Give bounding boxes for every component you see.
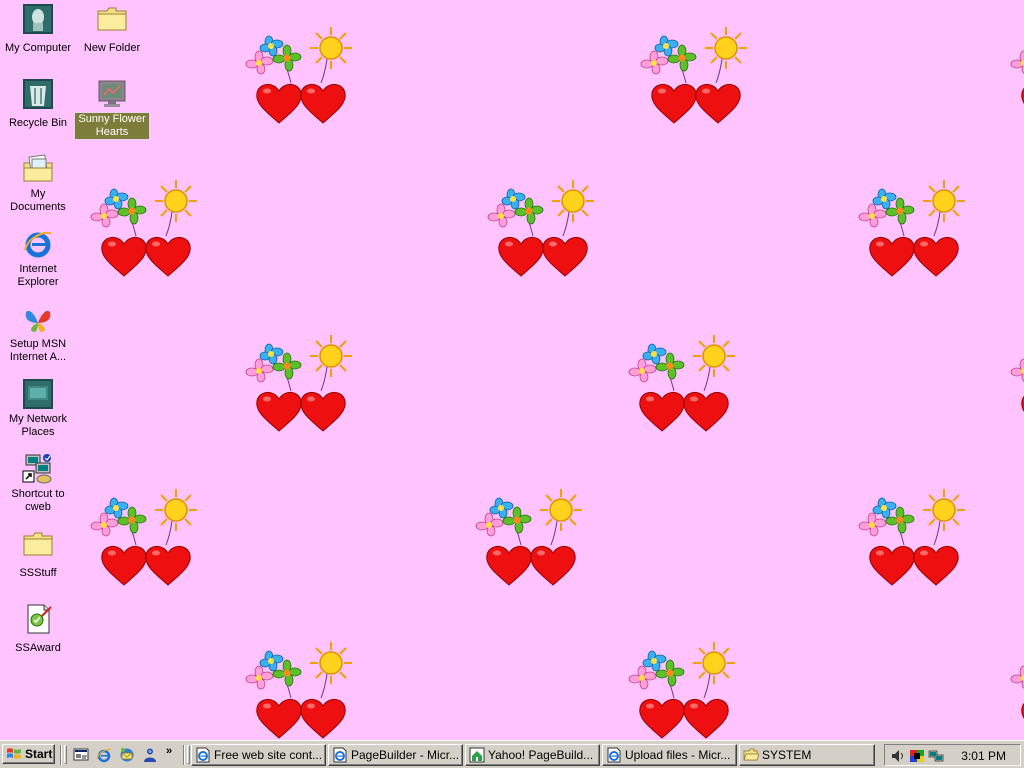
desktop-icon-label: Sunny Flower Hearts [74,112,150,140]
task-label: Free web site cont... [214,748,323,762]
wallpaper-flower-hearts-motif [628,333,740,433]
screensaver-icon [98,80,126,107]
my-computer-icon [23,4,53,34]
network-icon[interactable] [928,748,944,764]
task-button-pagebuilder[interactable]: PageBuilder - Micr... [328,744,463,766]
task-button-free-web-site[interactable]: Free web site cont... [191,744,326,766]
desktop: My Computer New Folder Recycle Bin Sunny… [0,0,1024,740]
desktop-icon-new-folder[interactable]: New Folder [75,3,149,56]
desktop-icon-shortcut-cweb[interactable]: Shortcut to cweb [1,453,75,515]
ie-page-icon [607,747,621,763]
desktop-icon-my-network-places[interactable]: My Network Places [1,378,75,440]
task-label: SYSTEM [762,748,812,762]
wallpaper-flower-hearts-motif [90,487,202,587]
desktop-icon-label: SSAward [15,642,61,654]
award-document-icon [27,604,52,634]
desktop-icon-label: Setup MSN Internet A... [9,338,67,363]
desktop-icon-recycle-bin[interactable]: Recycle Bin [1,78,75,131]
wallpaper-flower-hearts-motif [640,25,752,125]
taskbar-separator [183,745,185,765]
clock[interactable]: 3:01 PM [961,749,1006,763]
taskbar: Start » Free web site cont... PageBuilde… [0,740,1024,768]
desktop-icon-label: My Network Places [8,413,68,438]
desktop-icon-label: Internet Explorer [17,263,59,288]
task-button-yahoo-pagebuilder[interactable]: Yahoo! PageBuild... [465,744,600,766]
my-documents-icon [23,154,53,182]
task-label: PageBuilder - Micr... [351,748,460,762]
desktop-icon-ssstuff[interactable]: SSStuff [1,528,75,581]
msn-messenger-icon[interactable] [142,747,158,763]
internet-explorer-icon[interactable] [96,747,112,763]
task-label: Yahoo! PageBuild... [488,748,594,762]
task-label: Upload files - Micr... [625,748,731,762]
wallpaper-flower-hearts-motif [245,640,357,740]
desktop-icon-setup-msn[interactable]: Setup MSN Internet A... [1,303,75,365]
wallpaper-flower-hearts-motif [1010,333,1024,433]
wallpaper-flower-hearts-motif [487,178,599,278]
wallpaper-flower-hearts-motif [858,178,970,278]
quick-launch-chevron[interactable]: » [166,745,172,757]
system-tray: 3:01 PM [884,744,1021,766]
ie-page-icon [196,747,210,763]
windows-logo-icon [7,748,21,759]
desktop-icon-ssaward[interactable]: SSAward [1,603,75,656]
desktop-icon-my-computer[interactable]: My Computer [1,3,75,56]
folder-open-icon [743,748,759,761]
start-button[interactable]: Start [2,744,55,764]
wallpaper-flower-hearts-motif [475,487,587,587]
ie-page-icon [333,747,347,763]
desktop-icon-label: My Documents [10,188,66,213]
volume-icon[interactable] [890,748,906,764]
desktop-icon-label: Recycle Bin [8,117,68,129]
desktop-icon-label: New Folder [83,42,141,54]
taskbar-separator [60,745,62,765]
internet-explorer-icon [24,231,52,258]
network-places-icon [23,379,53,409]
msn-butterfly-icon [25,310,51,332]
start-label: Start [25,747,53,761]
outlook-express-icon[interactable] [119,747,135,763]
desktop-icon-label: Shortcut to cweb [11,488,65,513]
desktop-icon-label: My Computer [4,42,72,54]
desktop-icon-label: SSStuff [19,567,57,579]
show-desktop-icon[interactable] [73,747,89,763]
folder-icon [97,7,127,31]
wallpaper-flower-hearts-motif [628,640,740,740]
wallpaper-flower-hearts-motif [858,487,970,587]
recycle-bin-icon [23,79,53,109]
wallpaper-flower-hearts-motif [245,25,357,125]
yahoo-home-icon [469,747,485,763]
task-list-grip[interactable] [187,745,190,764]
wallpaper-flower-hearts-motif [90,178,202,278]
desktop-icon-sunny-flower-hearts[interactable]: Sunny Flower Hearts [74,78,150,140]
task-button-upload-files[interactable]: Upload files - Micr... [602,744,737,766]
folder-icon [23,532,53,556]
display-icon[interactable] [909,748,925,764]
task-button-system[interactable]: SYSTEM [739,744,875,766]
wallpaper-flower-hearts-motif [1010,640,1024,740]
wallpaper-flower-hearts-motif [1010,25,1024,125]
wallpaper-flower-hearts-motif [245,333,357,433]
shortcut-network-icon [22,454,52,484]
desktop-icon-internet-explorer[interactable]: Internet Explorer [1,228,75,290]
quick-launch-grip[interactable] [64,745,67,764]
desktop-icon-my-documents[interactable]: My Documents [1,153,75,215]
